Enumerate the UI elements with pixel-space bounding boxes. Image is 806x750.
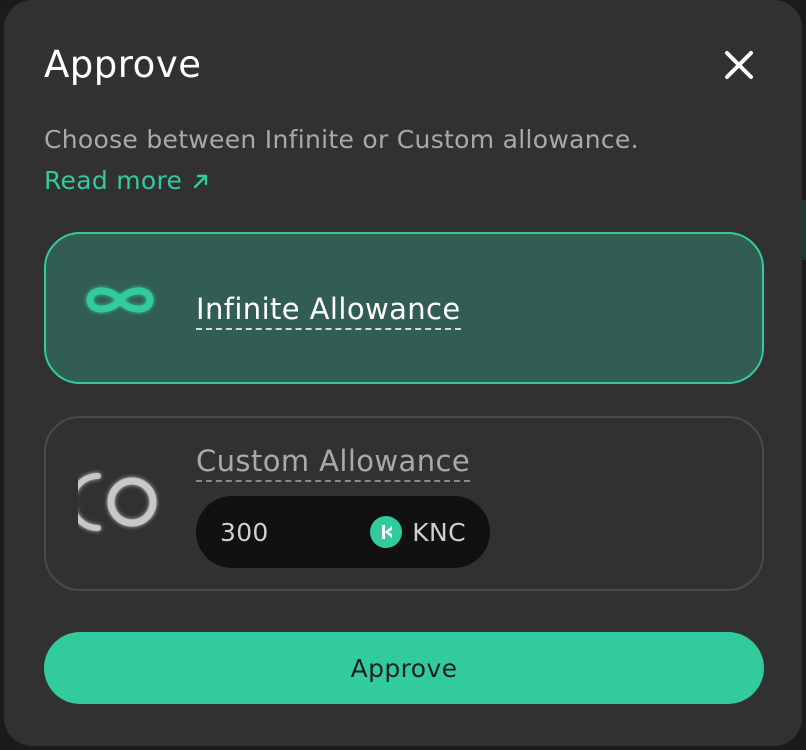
- custom-amount-field: KNC: [196, 496, 490, 568]
- dialog-title: Approve: [44, 43, 202, 86]
- custom-allowance-option[interactable]: Custom Allowance KNC: [44, 416, 764, 591]
- close-icon: [725, 51, 753, 79]
- custom-amount-input[interactable]: [220, 517, 350, 547]
- dialog-description: Choose between Infinite or Custom allowa…: [44, 125, 639, 154]
- arrow-up-right-icon: [194, 174, 208, 189]
- custom-allowance-label: Custom Allowance: [196, 442, 471, 482]
- background-edge: [802, 200, 806, 260]
- knc-token-icon: [370, 516, 403, 548]
- custom-allowance-icon: [78, 473, 157, 531]
- infinity-icon: [86, 287, 154, 313]
- token-symbol: KNC: [412, 517, 466, 547]
- read-more-label: Read more: [44, 166, 183, 195]
- infinite-allowance-option[interactable]: Infinite Allowance: [44, 232, 764, 384]
- approve-dialog: Approve Choose between Infinite or Custo…: [4, 0, 802, 746]
- close-button[interactable]: [714, 40, 764, 90]
- token-display: KNC: [370, 516, 466, 548]
- infinite-allowance-label: Infinite Allowance: [196, 290, 461, 330]
- read-more-link[interactable]: Read more: [44, 163, 210, 199]
- approve-button[interactable]: Approve: [44, 632, 764, 704]
